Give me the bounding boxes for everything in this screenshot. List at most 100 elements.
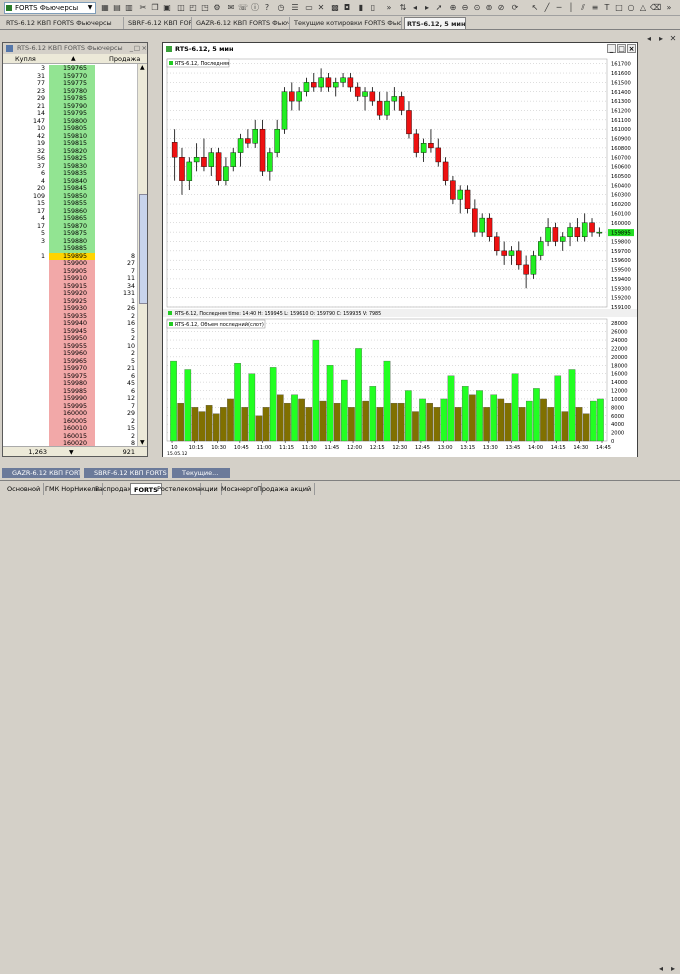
zoom-in-icon[interactable]: ⊕: [448, 3, 458, 13]
candle-body[interactable]: [457, 189, 463, 200]
volume-bar[interactable]: [419, 398, 426, 442]
grid-icon[interactable]: ▦: [100, 3, 110, 13]
scroll-thumb[interactable]: [139, 194, 147, 304]
volume-bar[interactable]: [390, 402, 398, 442]
candle-body[interactable]: [347, 77, 354, 88]
volume-bar[interactable]: [177, 402, 184, 442]
col-sell-header[interactable]: Продажа: [109, 54, 140, 64]
candle-body[interactable]: [252, 128, 258, 144]
candle-body[interactable]: [538, 241, 544, 256]
volume-bar[interactable]: [312, 339, 320, 442]
volume-bar[interactable]: [255, 415, 263, 442]
volume-bar[interactable]: [355, 348, 362, 442]
depth-scrollbar[interactable]: ▲ ▼: [137, 64, 147, 446]
candle-body[interactable]: [296, 91, 302, 102]
line-icon[interactable]: ╱: [542, 3, 552, 13]
candle-body[interactable]: [193, 157, 200, 163]
minimized-gazr[interactable]: GAZR-6.12 КВП FORTS Фью...: [2, 468, 80, 478]
volume-bar[interactable]: [369, 386, 377, 442]
candle-body[interactable]: [186, 161, 193, 181]
candle-body[interactable]: [450, 180, 456, 200]
candle-body[interactable]: [406, 110, 412, 135]
mail-icon[interactable]: ✉: [226, 3, 236, 13]
candle-body[interactable]: [171, 142, 178, 158]
window-icon[interactable]: ◫: [176, 3, 186, 13]
candle-body[interactable]: [245, 138, 251, 144]
list-icon[interactable]: ☰: [290, 3, 300, 13]
volume-bar[interactable]: [305, 407, 313, 442]
volume-bar[interactable]: [376, 407, 384, 442]
candle-body[interactable]: [391, 96, 398, 102]
candle-body[interactable]: [303, 82, 310, 92]
volume-bar[interactable]: [561, 411, 569, 442]
candle-body[interactable]: [369, 91, 376, 102]
volume-bar[interactable]: [212, 413, 220, 442]
volume-bar[interactable]: [518, 407, 526, 442]
arrow-right-icon[interactable]: ▸: [422, 3, 432, 13]
volume-bar[interactable]: [597, 398, 604, 442]
erase-icon[interactable]: ⌫: [650, 3, 661, 13]
volume-bar[interactable]: [170, 360, 177, 442]
instrument-select[interactable]: FORTS Фьючерсы ▼: [4, 2, 96, 14]
hline-icon[interactable]: ─: [554, 3, 564, 13]
candle-body[interactable]: [516, 250, 522, 266]
volume-bar[interactable]: [504, 402, 512, 442]
volume-bar[interactable]: [241, 407, 249, 442]
minimized-sbrf[interactable]: SBRF-6.12 КВП FORTS Фью...: [84, 468, 168, 478]
candle-body[interactable]: [267, 152, 273, 172]
tab-rts-chart[interactable]: RTS-6.12, 5 мин: [404, 17, 466, 29]
candle-body[interactable]: [574, 227, 581, 238]
candle-body[interactable]: [552, 227, 559, 242]
volume-bar[interactable]: [454, 407, 462, 442]
tab-next-icon[interactable]: ▸: [656, 34, 666, 44]
scroll-down-icon[interactable]: ▼: [140, 439, 145, 446]
volume-bar[interactable]: [533, 388, 540, 442]
cascade-icon[interactable]: ◰: [188, 3, 198, 13]
help-icon[interactable]: ?: [262, 3, 272, 13]
candle-body[interactable]: [472, 208, 478, 233]
candle-body[interactable]: [281, 91, 288, 130]
order-icon[interactable]: ▭: [304, 3, 314, 13]
tab-gazr-depth[interactable]: GAZR-6.12 КВП FORTS Фьючерсы: [194, 17, 290, 29]
volume-bar[interactable]: [575, 407, 583, 442]
candle-body[interactable]: [479, 217, 485, 233]
volume-bar[interactable]: [341, 379, 348, 442]
volume-bar[interactable]: [590, 400, 597, 442]
vline-icon[interactable]: │: [566, 3, 576, 13]
candle-body[interactable]: [311, 82, 317, 88]
arrow-left-icon[interactable]: ◂: [410, 3, 420, 13]
candle-body[interactable]: [354, 86, 361, 97]
volume-bar[interactable]: [554, 375, 562, 442]
chart-canvas[interactable]: 161700 161600 161500 161400 161300 161200 1611…: [163, 55, 637, 457]
bottom-prev-icon[interactable]: ◂: [656, 964, 666, 974]
volume-bar[interactable]: [469, 394, 476, 442]
volume-bar[interactable]: [490, 394, 498, 442]
minimize-icon[interactable]: _: [130, 43, 133, 54]
volume-bar[interactable]: [276, 394, 284, 442]
volume-bar[interactable]: [461, 386, 469, 442]
candle-body[interactable]: [442, 161, 449, 181]
col-buy-header[interactable]: Купля: [15, 54, 36, 64]
candle-body[interactable]: [201, 157, 207, 167]
volume-bar[interactable]: [220, 407, 227, 442]
scroll-up-icon[interactable]: ▲: [140, 64, 145, 71]
volume-bar[interactable]: [284, 402, 291, 442]
sync-icon[interactable]: ⟳: [510, 3, 520, 13]
candle-body[interactable]: [545, 227, 551, 242]
candle-body[interactable]: [318, 77, 324, 88]
bars-icon[interactable]: ▮: [356, 3, 366, 13]
candle-body[interactable]: [259, 128, 266, 172]
candle-body[interactable]: [501, 250, 507, 256]
candle-body[interactable]: [332, 82, 339, 88]
candle-body[interactable]: [215, 152, 222, 181]
candle-body[interactable]: [208, 152, 215, 167]
candle-body[interactable]: [325, 77, 332, 88]
zoom-reset-icon[interactable]: ⊘: [496, 3, 506, 13]
channel-icon[interactable]: ⫽: [578, 3, 588, 13]
volume-bar[interactable]: [269, 367, 277, 442]
volume-bar[interactable]: [405, 390, 412, 442]
ellipse-icon[interactable]: ○: [626, 3, 636, 13]
candle-body[interactable]: [420, 143, 427, 153]
price-pane[interactable]: 161700 161600 161500 161400 161300 161200 1611…: [166, 58, 634, 311]
tab-quotes[interactable]: Текущие котировки FORTS Фьючерсы: [292, 17, 402, 29]
